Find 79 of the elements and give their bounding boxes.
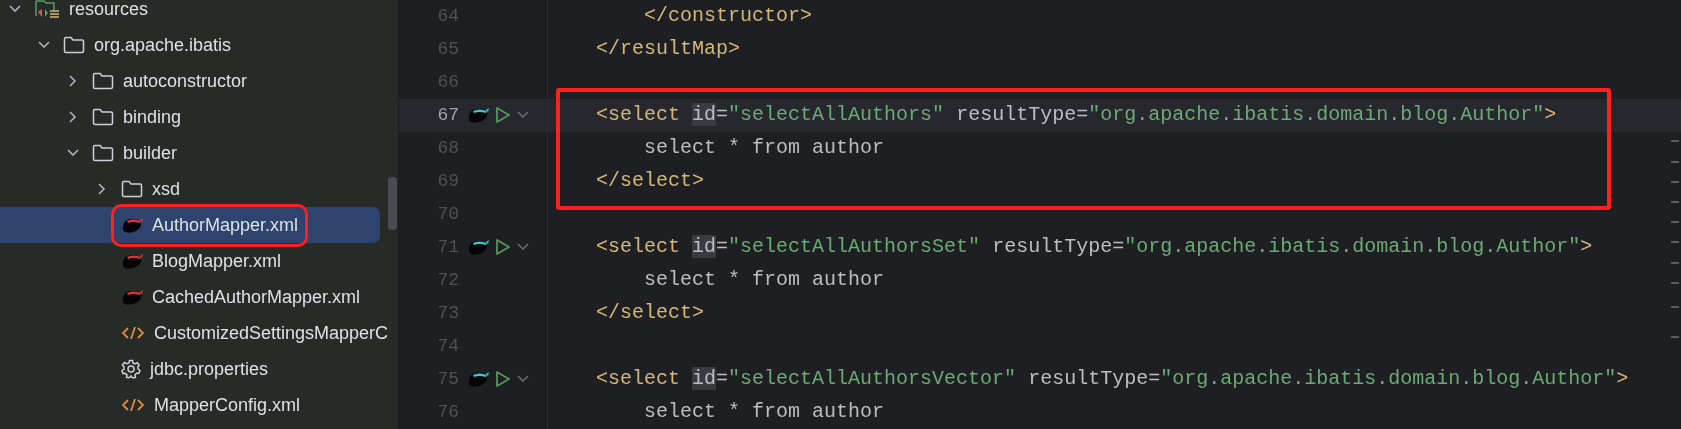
code-token: id <box>692 367 717 390</box>
code-icon <box>121 397 145 413</box>
chevron-right-icon[interactable] <box>98 183 106 195</box>
item-label: xsd <box>152 177 180 201</box>
tree-item[interactable]: jdbc.properties <box>0 351 380 387</box>
item-label: autoconstructor <box>123 69 248 93</box>
tree-item[interactable]: BlogMapper.xml <box>0 243 380 279</box>
chevron-down-icon[interactable] <box>67 149 79 157</box>
code-token: "org.apache.ibatis.domain.blog.Author" <box>1160 367 1617 390</box>
code-token: "selectAllAuthors" <box>728 103 945 126</box>
code-token: resultType= <box>1028 367 1161 390</box>
resources-folder-icon <box>34 0 60 20</box>
item-label: resources <box>69 0 149 21</box>
code-token: select * from author <box>644 400 885 423</box>
folder-icon <box>121 180 143 198</box>
tree-item[interactable]: org.apache.ibatis <box>0 27 380 63</box>
folder-icon <box>92 72 114 90</box>
item-label: CachedAuthorMapper.xml <box>152 285 361 309</box>
code-token: select * from author <box>644 136 885 159</box>
chevron-down-icon[interactable] <box>38 41 50 49</box>
code-token: resultType= <box>956 103 1089 126</box>
code-icon <box>121 325 145 341</box>
code-token: = <box>716 103 729 126</box>
code-token: id <box>692 103 717 126</box>
chevron-down-icon[interactable] <box>517 243 529 251</box>
tree-item[interactable]: binding <box>0 99 380 135</box>
code-token: id <box>692 235 717 258</box>
tree-item[interactable]: builder <box>0 135 380 171</box>
scrollbar-thumb[interactable] <box>388 177 397 230</box>
tree-item[interactable]: MapperConfig.xml <box>0 387 380 423</box>
tree-item[interactable]: CachedAuthorMapper.xml <box>0 279 380 315</box>
code-token: > <box>1580 235 1593 258</box>
chevron-down-icon[interactable] <box>9 5 21 13</box>
item-label: CustomizedSettingsMapperC <box>154 321 389 345</box>
code-token: resultType= <box>992 235 1125 258</box>
bird-icon <box>121 252 143 270</box>
code-token: </resultMap> <box>596 37 741 60</box>
code-token: = <box>716 367 729 390</box>
folder-icon <box>92 144 114 162</box>
code-token: </select> <box>596 169 705 192</box>
line-number: 67 <box>436 103 459 127</box>
item-label: MapperConfig.xml <box>154 393 301 417</box>
gear-icon <box>121 359 141 379</box>
code-token: "selectAllAuthorsSet" <box>728 235 981 258</box>
code-token: "org.apache.ibatis.domain.blog.Author" <box>1088 103 1545 126</box>
code-token: <select <box>596 103 682 126</box>
run-icon[interactable] <box>495 370 511 388</box>
item-label: AuthorMapper.xml <box>152 213 299 237</box>
code-token: </constructor> <box>644 4 813 27</box>
code-token: select * from author <box>644 268 885 291</box>
tree-item[interactable]: resources <box>0 0 380 27</box>
bird-icon[interactable] <box>467 370 489 388</box>
code-token: "org.apache.ibatis.domain.blog.Author" <box>1124 235 1581 258</box>
bird-icon[interactable] <box>467 238 489 256</box>
run-icon[interactable] <box>495 106 511 124</box>
bird-icon[interactable] <box>467 106 489 124</box>
item-label: jdbc.properties <box>150 357 269 381</box>
code-token: </select> <box>596 301 705 324</box>
item-label: org.apache.ibatis <box>94 33 232 57</box>
code-token: "selectAllAuthorsVector" <box>728 367 1017 390</box>
code-token: <select <box>596 367 682 390</box>
bird-icon <box>121 216 143 234</box>
code-token: = <box>716 235 729 258</box>
item-label: binding <box>123 105 182 129</box>
code-token: <select <box>596 235 682 258</box>
folder-icon <box>92 108 114 126</box>
chevron-down-icon[interactable] <box>517 375 529 383</box>
tree-item[interactable]: xsd <box>0 171 380 207</box>
bird-icon <box>121 288 143 306</box>
tree-item[interactable]: autoconstructor <box>0 63 380 99</box>
chevron-right-icon[interactable] <box>69 111 77 123</box>
code-token: > <box>1616 367 1629 390</box>
item-label: BlogMapper.xml <box>152 249 282 273</box>
code-token: > <box>1544 103 1557 126</box>
item-label: builder <box>123 141 178 165</box>
folder-icon <box>63 36 85 54</box>
chevron-down-icon[interactable] <box>517 111 529 119</box>
chevron-right-icon[interactable] <box>69 75 77 87</box>
run-icon[interactable] <box>495 238 511 256</box>
